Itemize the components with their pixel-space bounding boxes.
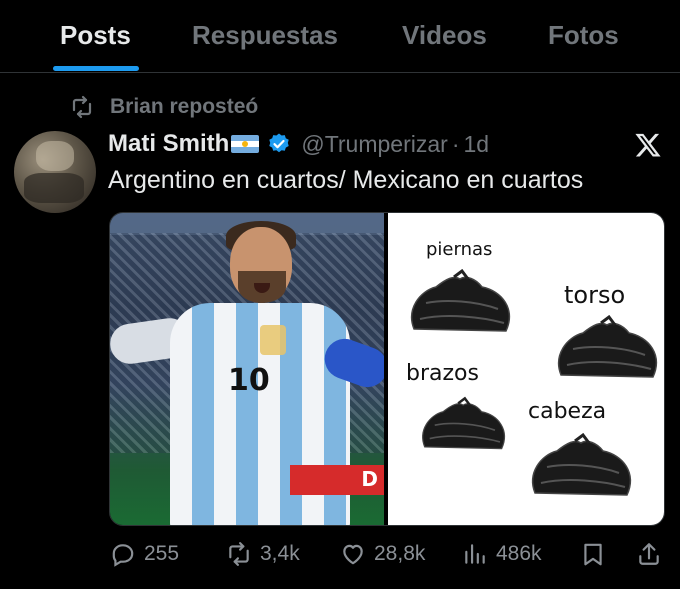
avatar[interactable] — [14, 131, 96, 213]
view-count: 486k — [496, 542, 542, 565]
tab-respuestas[interactable]: Respuestas — [192, 20, 338, 51]
post-media[interactable]: 10 D piernas torso brazos cabeza — [109, 212, 665, 526]
trash-bags-image[interactable]: piernas torso brazos cabeza — [388, 213, 664, 525]
post-header: Mati Smith @Trumperizar · 1d — [108, 127, 489, 161]
verified-badge-icon[interactable] — [267, 132, 291, 156]
tab-videos[interactable]: Videos — [402, 20, 487, 51]
tab-posts[interactable]: Posts — [60, 20, 131, 51]
label-brazos: brazos — [406, 361, 479, 386]
post-time[interactable]: 1d — [463, 131, 489, 158]
separator-dot: · — [451, 130, 460, 157]
repost-text: Brian reposteó — [110, 95, 259, 118]
label-torso: torso — [564, 281, 626, 309]
share-button[interactable] — [636, 536, 670, 572]
reply-button[interactable]: 255 — [110, 536, 179, 572]
repost-icon — [229, 542, 249, 566]
stadium-ad-board: D — [290, 465, 384, 495]
bookmark-button[interactable] — [580, 536, 614, 572]
author-handle[interactable]: @Trumperizar — [301, 131, 447, 158]
reply-icon — [112, 544, 134, 567]
reply-count: 255 — [144, 542, 180, 565]
trash-bag-icon — [532, 433, 632, 496]
repost-icon — [72, 95, 92, 119]
profile-tabs: Posts Respuestas Videos Fotos — [0, 0, 680, 73]
author-name[interactable]: Mati Smith — [108, 130, 229, 158]
x-logo-icon — [635, 133, 661, 157]
post-actions: 255 3,4k 28,8k 486k — [0, 536, 680, 572]
heart-icon — [343, 544, 363, 565]
trash-bag-icon — [558, 315, 658, 378]
ad-board-text: D — [361, 467, 378, 491]
soccer-player-photo[interactable]: 10 D — [110, 213, 384, 525]
trash-bag-icon — [422, 396, 506, 450]
label-piernas: piernas — [426, 239, 493, 260]
tab-fotos[interactable]: Fotos — [548, 20, 619, 51]
like-button[interactable]: 28,8k — [340, 536, 425, 572]
repost-context[interactable]: Brian reposteó — [68, 92, 258, 122]
bookmark-icon — [584, 543, 602, 566]
repost-button[interactable]: 3,4k — [226, 536, 300, 572]
active-tab-indicator — [53, 66, 139, 71]
label-cabeza: cabeza — [528, 399, 607, 424]
bar-chart-icon — [465, 544, 485, 564]
like-count: 28,8k — [374, 542, 426, 565]
post-text: Argentino en cuartos/ Mexicano en cuarto… — [108, 166, 584, 194]
trash-bag-icon — [411, 269, 511, 332]
argentina-flag-icon — [231, 135, 260, 153]
views-button[interactable]: 486k — [462, 536, 542, 572]
repost-count: 3,4k — [260, 542, 300, 565]
share-icon — [639, 543, 659, 565]
